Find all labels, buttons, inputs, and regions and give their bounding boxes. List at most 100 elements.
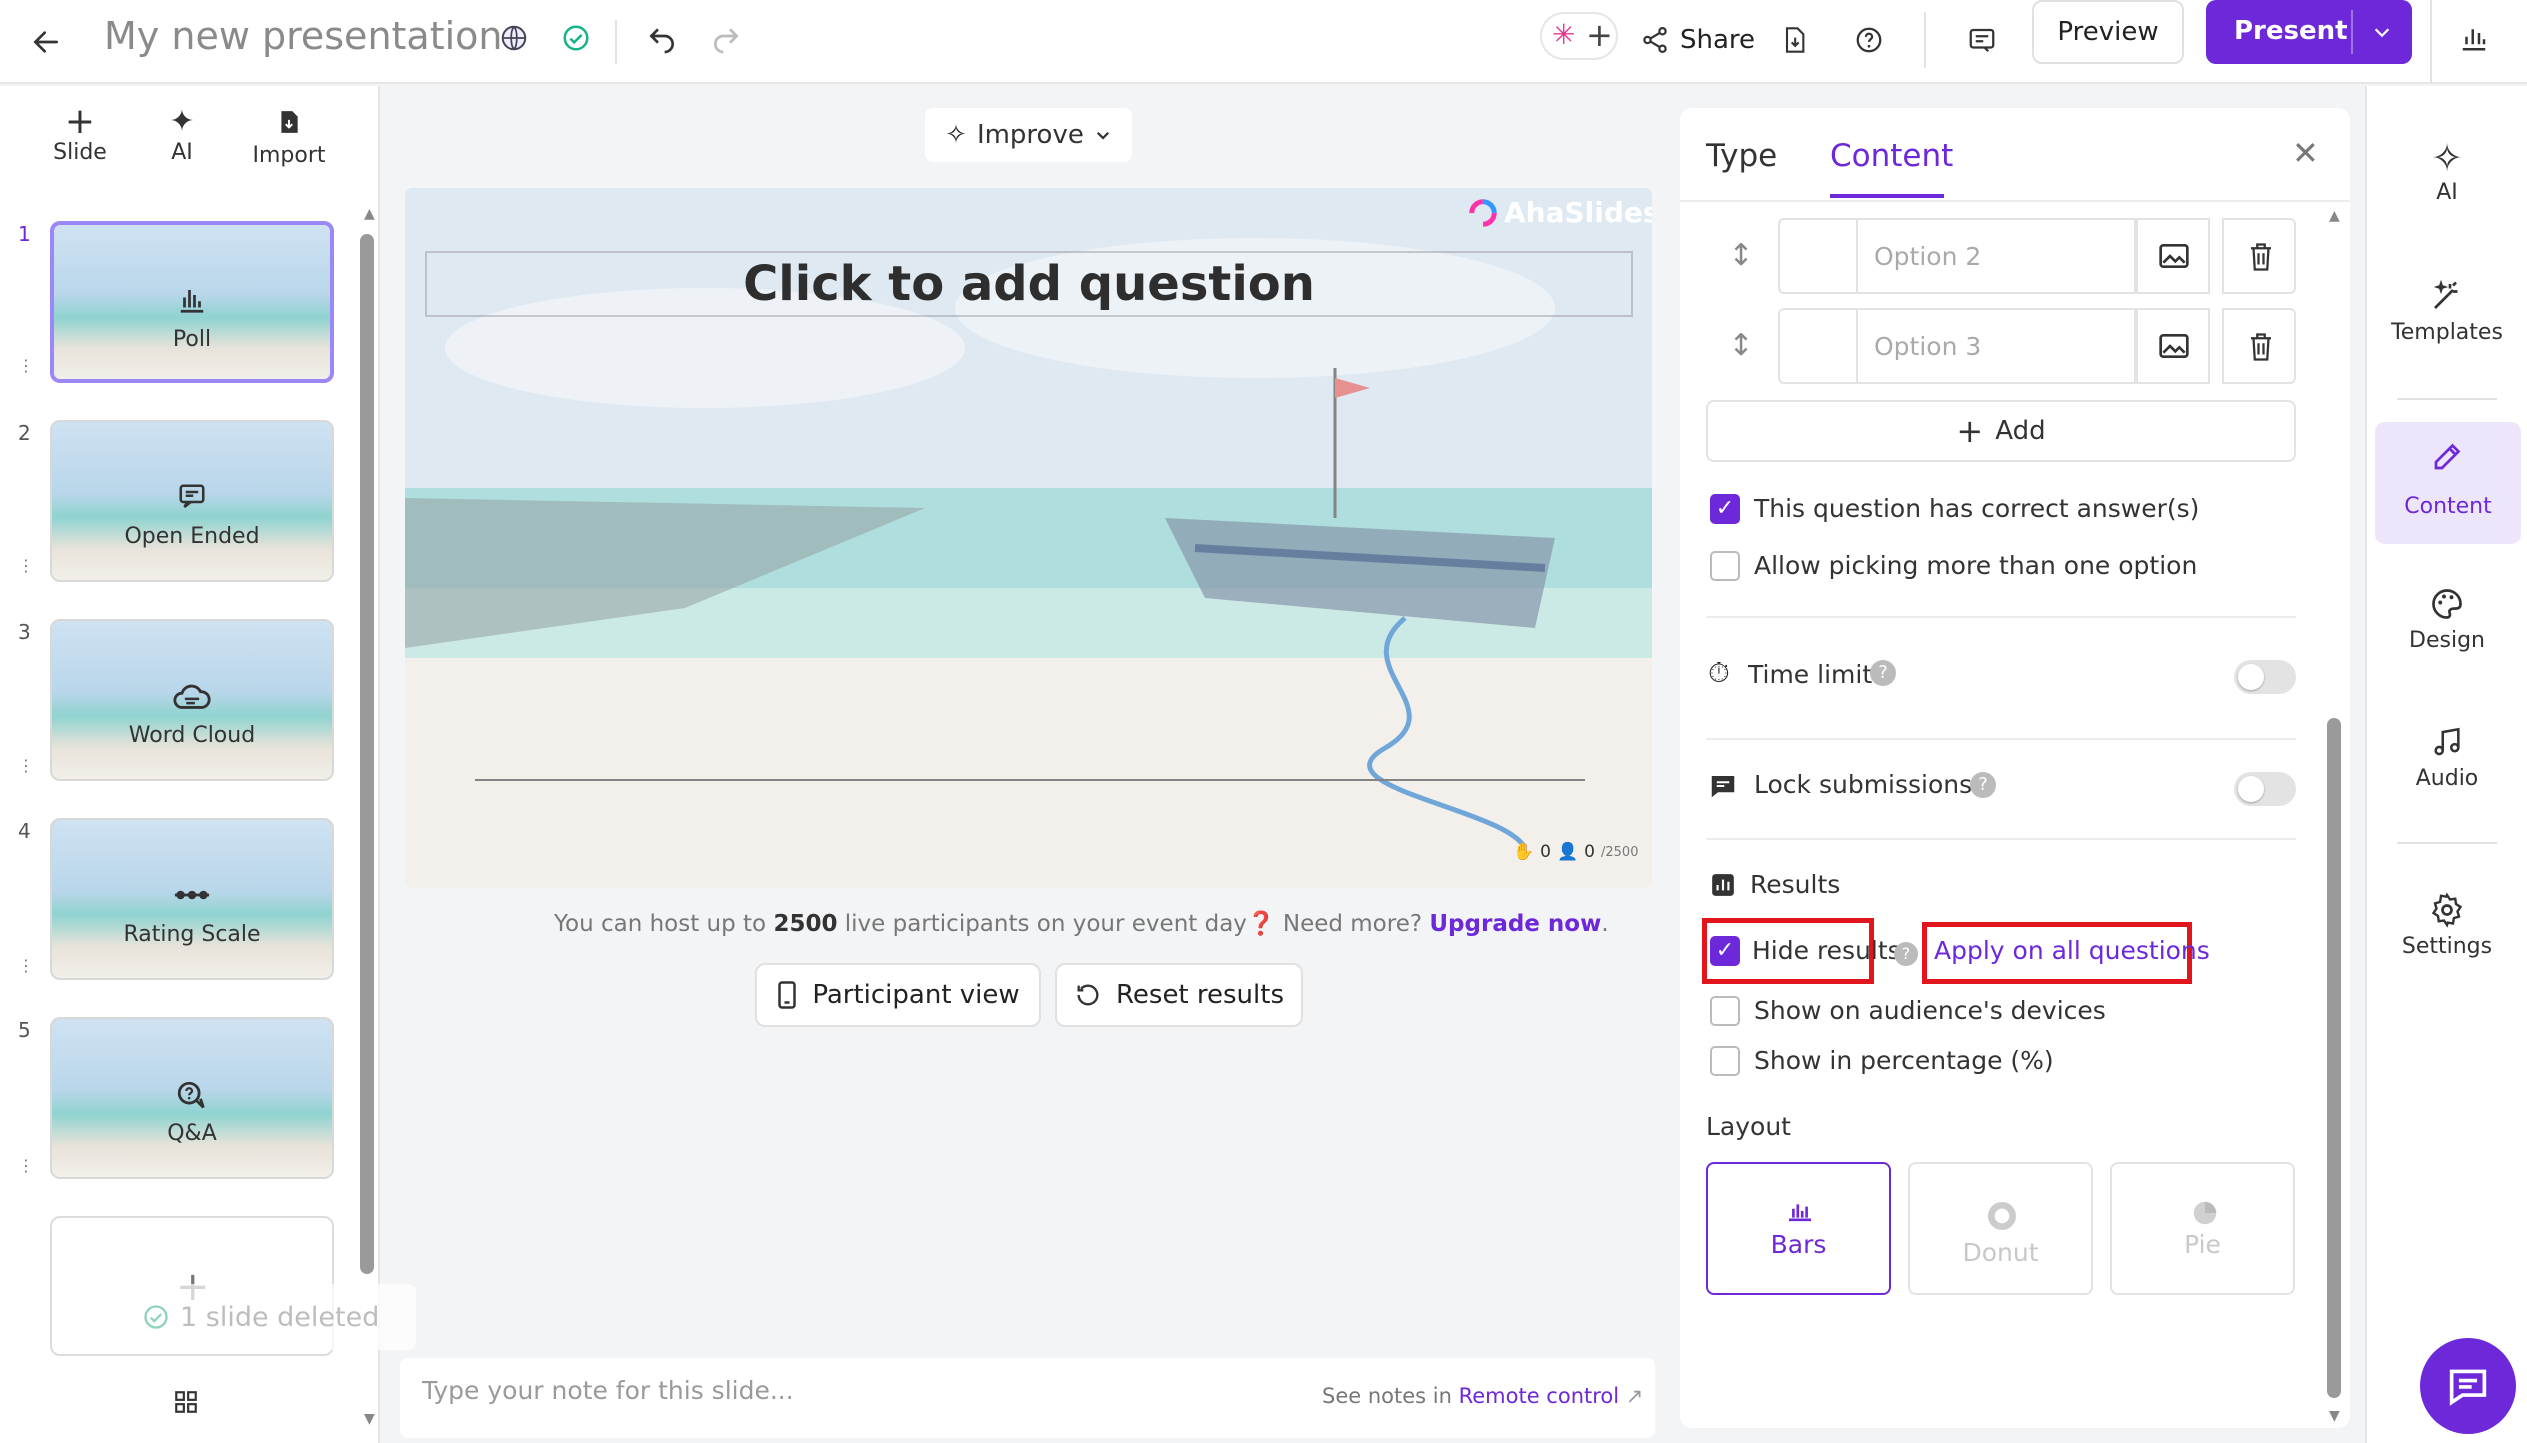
import-button[interactable]: Import — [244, 104, 334, 168]
option-input[interactable]: Option 2 — [1856, 218, 2136, 294]
help-icon[interactable] — [1849, 18, 1889, 62]
hands-count: 0 — [1540, 842, 1551, 862]
lock-chat-icon — [1708, 772, 1738, 804]
time-limit-label: Time limit — [1748, 660, 1873, 689]
upgrade-now-link[interactable]: Upgrade now — [1429, 911, 1601, 937]
sidebar-item-design[interactable]: Design — [2367, 582, 2527, 653]
stopwatch-icon: ⏱ — [1708, 656, 1730, 689]
need-more-text: Need more? — [1282, 911, 1423, 937]
scroll-up-icon[interactable]: ▲ — [2329, 208, 2340, 224]
layout-pie-card[interactable]: Pie — [2110, 1162, 2295, 1295]
slide-menu-icon[interactable]: ⋮ — [18, 356, 34, 375]
notes-input[interactable]: Type your note for this slide... — [422, 1376, 794, 1405]
improve-button[interactable]: ✧ Improve — [925, 108, 1132, 162]
drag-handle-icon[interactable]: ↕ — [1706, 308, 1776, 384]
show-devices-checkbox[interactable] — [1710, 996, 1740, 1026]
present-button[interactable]: Present — [2206, 0, 2412, 64]
cloud-icon — [52, 681, 332, 715]
add-slide-label: Slide — [53, 140, 107, 165]
help-icon[interactable]: ? — [1970, 772, 1996, 798]
ai-label: AI — [171, 140, 193, 165]
slide-canvas[interactable]: Click to add question AhaSlides ✋ 0 👤 0/25… — [405, 188, 1652, 888]
sidebar-item-audio[interactable]: Audio — [2367, 720, 2527, 791]
upgrade-dot: . — [1601, 911, 1609, 937]
option-input[interactable]: Option 3 — [1856, 308, 2136, 384]
support-chat-button[interactable] — [2420, 1338, 2516, 1434]
layout-bars-card[interactable]: Bars — [1706, 1162, 1891, 1295]
slide-menu-icon[interactable]: ⋮ — [18, 756, 34, 775]
chevron-down-icon[interactable] — [2364, 16, 2400, 48]
hand-icon: ✋ — [1513, 842, 1535, 862]
notes-bar[interactable]: Type your note for this slide... See not… — [400, 1358, 1655, 1438]
collaborators-add-button[interactable]: ✳ + — [1540, 12, 1618, 60]
scrollbar-thumb[interactable] — [360, 234, 374, 1274]
option-image-button[interactable] — [2136, 218, 2210, 294]
slide-thumbnail-word-cloud[interactable]: Word Cloud — [50, 619, 334, 781]
globe-icon[interactable] — [494, 18, 534, 58]
hide-results-checkbox[interactable]: ✓ — [1710, 936, 1740, 966]
person-icon: 👤 — [1557, 842, 1579, 862]
redo-icon[interactable] — [704, 18, 748, 62]
apply-all-questions-link[interactable]: Apply on all questions — [1934, 936, 2210, 965]
slide-menu-icon[interactable]: ⋮ — [18, 1156, 34, 1175]
sidebar-item-ai[interactable]: ✧ AI — [2367, 136, 2527, 205]
palette-icon — [2429, 582, 2465, 626]
slide-menu-icon[interactable]: ⋮ — [18, 556, 34, 575]
layout-donut-card[interactable]: Donut — [1908, 1162, 2093, 1295]
grid-view-icon[interactable] — [168, 1384, 204, 1420]
option-row: ↕ Option 2 — [1706, 218, 2296, 296]
preview-button[interactable]: Preview — [2032, 0, 2184, 64]
slide-menu-icon[interactable]: ⋮ — [18, 956, 34, 975]
share-button[interactable]: Share — [1640, 18, 1755, 62]
layout-bars-label: Bars — [1770, 1230, 1827, 1259]
option-image-button[interactable] — [2136, 308, 2210, 384]
option-delete-button[interactable] — [2222, 218, 2296, 294]
help-icon[interactable]: ? — [1894, 942, 1918, 966]
divider — [2397, 842, 2497, 844]
option-row: ↕ Option 3 — [1706, 308, 2296, 386]
slide-thumbnail-qa[interactable]: Q&A — [50, 1017, 334, 1179]
option-color-box[interactable] — [1778, 218, 1858, 294]
sidebar-item-content[interactable]: Content — [2375, 422, 2521, 544]
scroll-up-icon[interactable]: ▲ — [364, 206, 375, 222]
slides-scrollbar[interactable]: ▲ ▼ — [360, 206, 375, 1436]
question-box[interactable]: Click to add question — [425, 251, 1633, 317]
scale-icon — [52, 880, 332, 914]
ai-button[interactable]: ✦ AI — [142, 104, 222, 165]
notes-icon[interactable] — [1960, 18, 2004, 62]
correct-answer-checkbox[interactable]: ✓ — [1710, 494, 1740, 524]
undo-icon[interactable] — [640, 18, 684, 62]
lock-submissions-toggle[interactable] — [2234, 772, 2296, 806]
tab-content[interactable]: Content — [1830, 138, 1953, 174]
slide-thumbnail-poll[interactable]: Poll — [50, 221, 334, 383]
add-slide-button[interactable]: + Slide — [40, 104, 120, 166]
drag-handle-icon[interactable]: ↕ — [1706, 218, 1776, 294]
scrollbar-thumb[interactable] — [2327, 718, 2341, 1398]
export-file-icon[interactable] — [1774, 18, 1814, 62]
sidebar-item-templates[interactable]: Templates — [2367, 274, 2527, 345]
scroll-down-icon[interactable]: ▼ — [364, 1411, 375, 1427]
multi-pick-checkbox[interactable] — [1710, 551, 1740, 581]
back-arrow-icon[interactable] — [24, 20, 68, 64]
help-icon[interactable]: ❓ — [1247, 911, 1276, 937]
show-percentage-checkbox[interactable] — [1710, 1046, 1740, 1076]
sidebar-item-settings[interactable]: Settings — [2367, 888, 2527, 959]
slide-thumbnail-rating-scale[interactable]: Rating Scale — [50, 818, 334, 980]
help-icon[interactable]: ? — [1870, 660, 1896, 686]
reset-results-button[interactable]: Reset results — [1055, 963, 1303, 1027]
panel-scrollbar[interactable]: ▲ ▼ — [2327, 208, 2341, 1433]
slide-number: 5 — [18, 1018, 31, 1042]
option-color-box[interactable] — [1778, 308, 1858, 384]
slide-thumbnail-open-ended[interactable]: Open Ended — [50, 420, 334, 582]
option-delete-button[interactable] — [2222, 308, 2296, 384]
report-chart-icon[interactable] — [2452, 16, 2496, 60]
time-limit-toggle[interactable] — [2234, 660, 2296, 694]
remote-control-link[interactable]: Remote control — [1459, 1384, 1620, 1408]
participant-view-button[interactable]: Participant view — [755, 963, 1041, 1027]
close-icon[interactable]: ✕ — [2292, 134, 2319, 172]
add-option-button[interactable]: + Add — [1706, 400, 2296, 462]
option-placeholder: Option 3 — [1874, 332, 1982, 361]
scroll-down-icon[interactable]: ▼ — [2329, 1408, 2340, 1424]
presentation-title[interactable]: My new presentation — [104, 14, 503, 58]
tab-type[interactable]: Type — [1706, 138, 1777, 174]
